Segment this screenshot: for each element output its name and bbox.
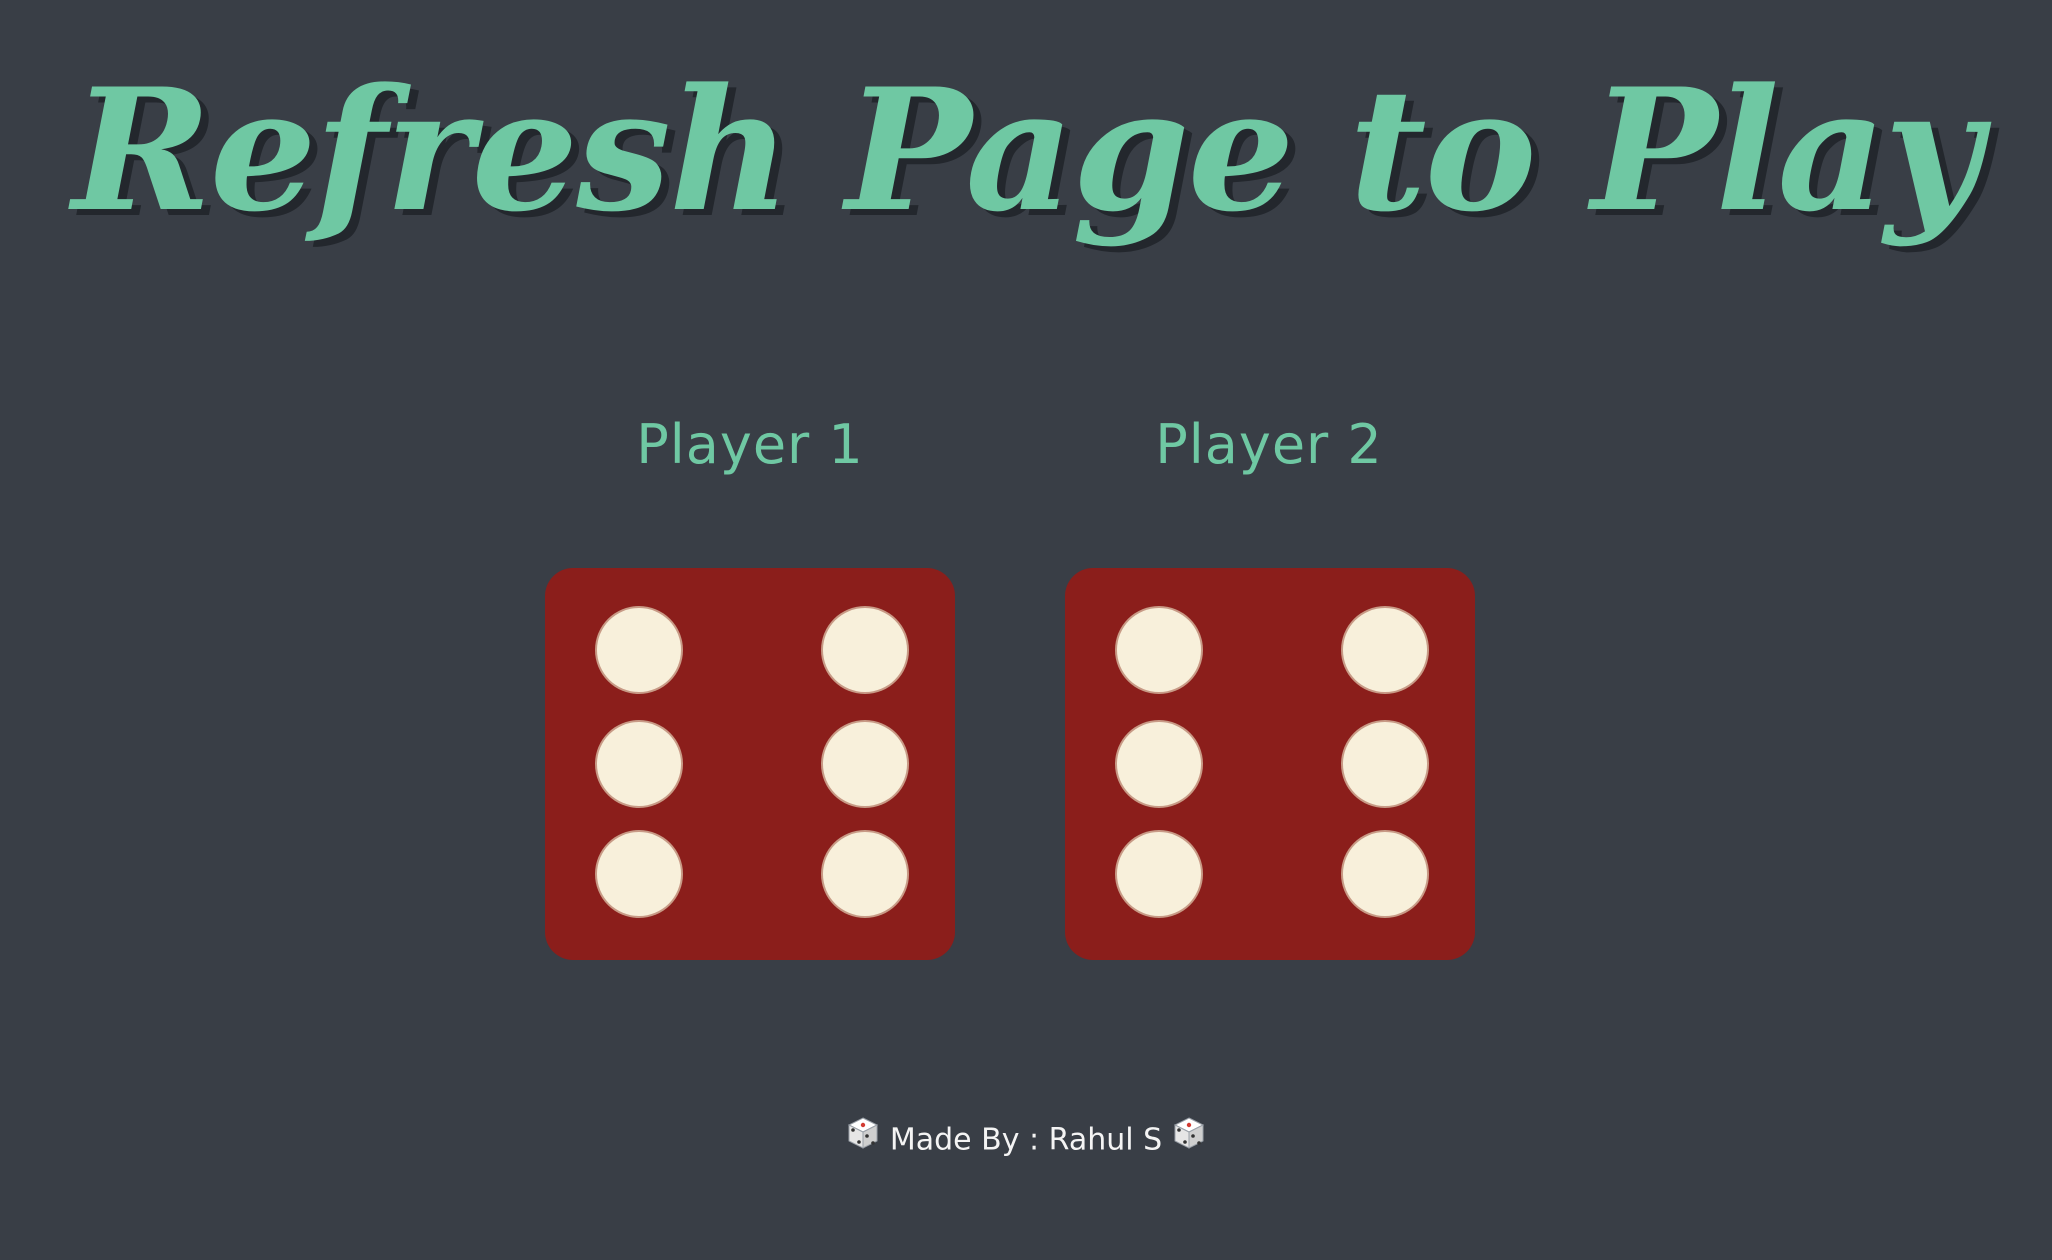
- die-pip: [1343, 832, 1427, 916]
- player-2-die: [1065, 568, 1475, 960]
- die-pip: [823, 608, 907, 692]
- die-pip: [1117, 608, 1201, 692]
- die-pip: [597, 608, 681, 692]
- die-pip: [1343, 722, 1427, 806]
- player-2-label: Player 2: [1155, 413, 1383, 476]
- dice-icon: [1172, 1111, 1206, 1171]
- die-pip: [1117, 722, 1201, 806]
- die-pip: [823, 722, 907, 806]
- footer-text: Made By : Rahul S: [889, 1122, 1163, 1158]
- dice-icon: [846, 1111, 880, 1171]
- die-pip: [597, 722, 681, 806]
- player-1-label: Player 1: [636, 413, 864, 476]
- footer-credit: Made By : Rahul S: [0, 1110, 2052, 1171]
- die-pip: [1117, 832, 1201, 916]
- page-title: Refresh Page to Play: [72, 51, 1982, 249]
- die-pip: [1343, 608, 1427, 692]
- die-pip: [823, 832, 907, 916]
- die-pip: [597, 832, 681, 916]
- player-1-die: [545, 568, 955, 960]
